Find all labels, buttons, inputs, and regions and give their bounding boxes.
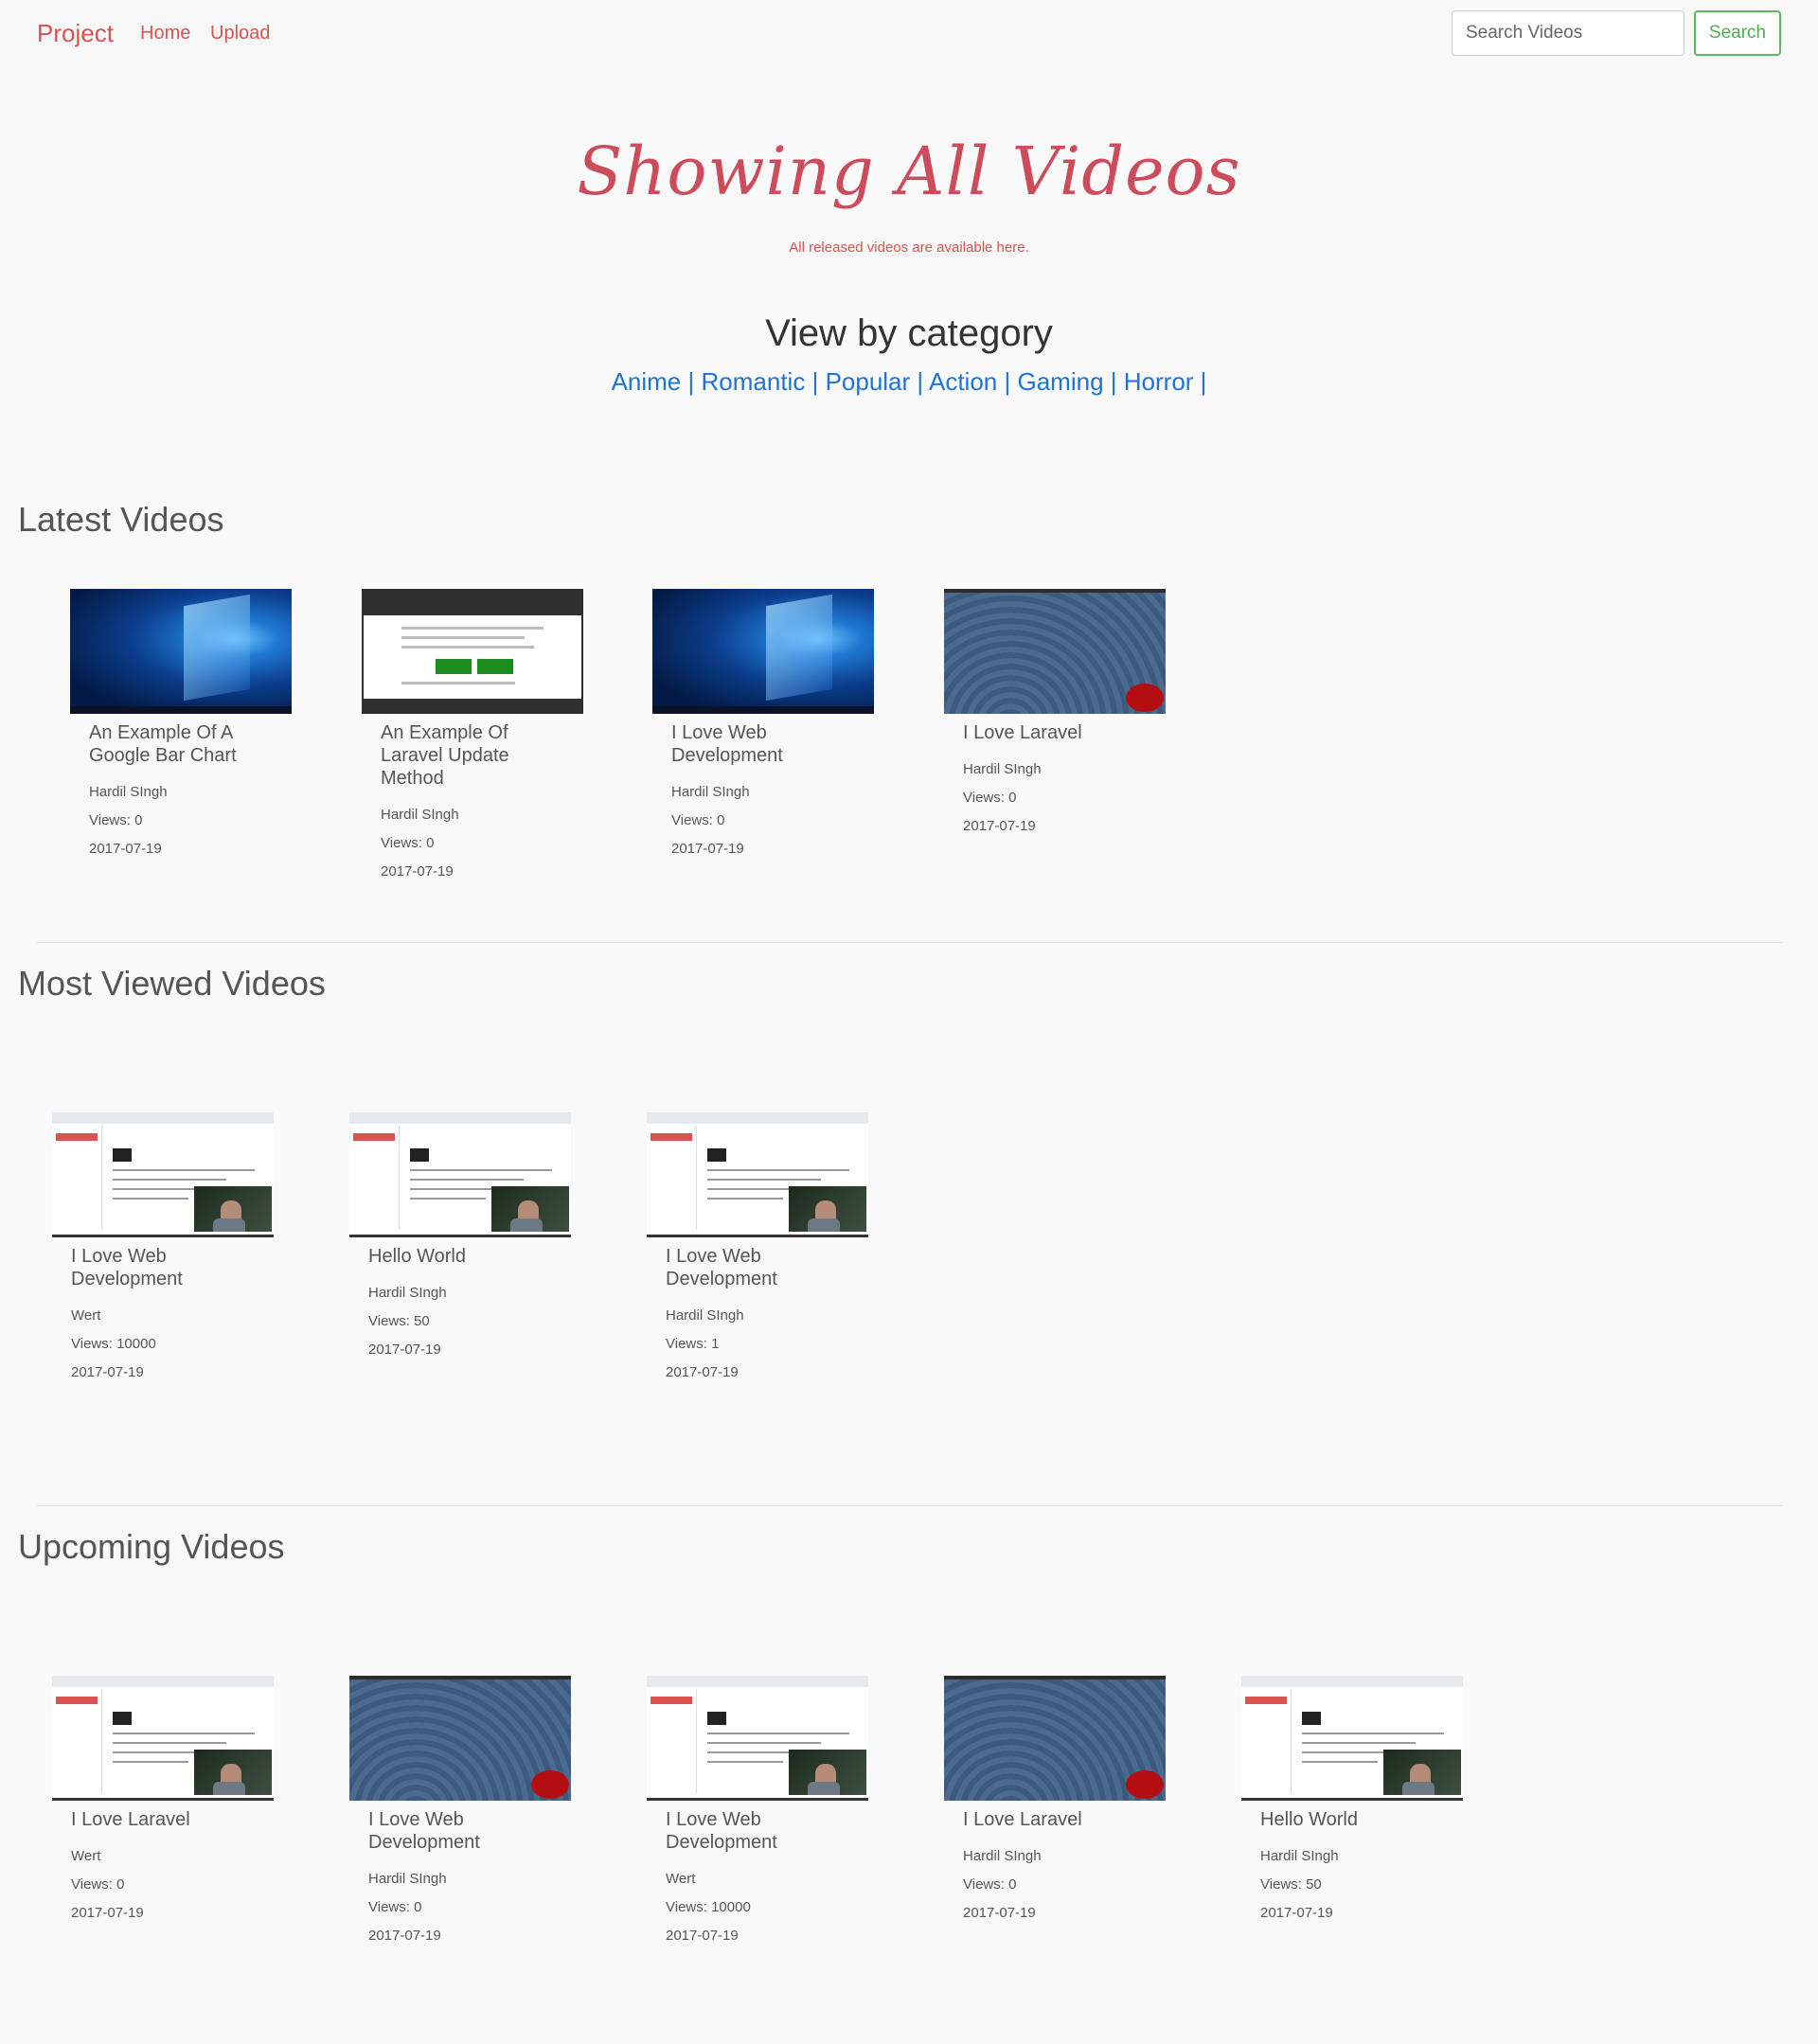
video-card: I Love Web Development Wert Views: 10000… (647, 1676, 874, 1950)
category-separator: | (1110, 367, 1117, 396)
video-author: Hardil SIngh (671, 784, 750, 800)
category-link-action[interactable]: Action (929, 367, 997, 396)
video-date: 2017-07-19 (963, 1905, 1036, 1921)
video-title[interactable]: Hello World (368, 1245, 558, 1268)
video-date: 2017-07-19 (1260, 1905, 1333, 1921)
video-views: Views: 10000 (71, 1336, 156, 1352)
category-separator: | (917, 367, 924, 396)
video-title[interactable]: Hello World (1260, 1808, 1450, 1831)
category-link-gaming[interactable]: Gaming (1017, 367, 1103, 396)
video-thumbnail[interactable] (1241, 1676, 1463, 1801)
video-card: Hello World Hardil SIngh Views: 50 2017-… (349, 1112, 577, 1364)
video-thumbnail[interactable] (944, 1676, 1166, 1801)
video-date: 2017-07-19 (89, 841, 162, 857)
video-date: 2017-07-19 (368, 1928, 441, 1944)
video-date: 2017-07-19 (666, 1364, 739, 1380)
navbar: Project Home Upload Search (0, 0, 1818, 68)
video-date: 2017-07-19 (963, 818, 1036, 834)
video-date: 2017-07-19 (671, 841, 744, 857)
video-card: I Love Web Development Hardil SIngh View… (652, 589, 880, 863)
video-title[interactable]: I Love Web Development (666, 1245, 855, 1290)
video-date: 2017-07-19 (666, 1928, 739, 1944)
video-author: Hardil SIngh (963, 1848, 1042, 1864)
search-input[interactable] (1452, 10, 1684, 56)
category-link-horror[interactable]: Horror (1124, 367, 1194, 396)
video-thumbnail[interactable] (944, 589, 1166, 714)
category-separator: | (687, 367, 695, 396)
most-viewed-heading: Most Viewed Videos (18, 964, 326, 1003)
video-date: 2017-07-19 (71, 1905, 144, 1921)
category-link-anime[interactable]: Anime (612, 367, 682, 396)
video-views: Views: 10000 (666, 1899, 751, 1915)
video-title[interactable]: I Love Laravel (963, 1808, 1152, 1831)
video-title[interactable]: I Love Web Development (671, 721, 861, 767)
video-date: 2017-07-19 (381, 863, 454, 880)
upcoming-videos-heading: Upcoming Videos (18, 1527, 285, 1566)
video-thumbnail[interactable] (647, 1112, 868, 1237)
video-views: Views: 0 (671, 812, 725, 828)
video-author: Hardil SIngh (89, 784, 168, 800)
video-views: Views: 0 (89, 812, 143, 828)
category-heading: View by category (765, 312, 1053, 354)
search-button[interactable]: Search (1694, 10, 1781, 56)
video-card: I Love Web Development Hardil SIngh View… (349, 1676, 577, 1950)
video-thumbnail[interactable] (52, 1112, 274, 1237)
category-separator: | (1200, 367, 1207, 396)
video-author: Hardil SIngh (1260, 1848, 1339, 1864)
category-separator: | (811, 367, 819, 396)
category-separator: | (1004, 367, 1011, 396)
category-link-romantic[interactable]: Romantic (702, 367, 806, 396)
video-card: An Example Of A Google Bar Chart Hardil … (70, 589, 297, 863)
page-title: Showing All Videos (577, 133, 1241, 210)
video-card: I Love Laravel Wert Views: 0 2017-07-19 (52, 1676, 279, 1928)
video-card: An Example Of Laravel Update Method Hard… (362, 589, 589, 886)
category-links: Anime | Romantic | Popular | Action | Ga… (0, 367, 1818, 397)
video-card: I Love Laravel Hardil SIngh Views: 0 201… (944, 589, 1171, 841)
video-thumbnail[interactable] (652, 589, 874, 714)
video-views: Views: 0 (963, 790, 1017, 806)
video-views: Views: 1 (666, 1336, 720, 1352)
video-date: 2017-07-19 (368, 1342, 441, 1358)
video-author: Hardil SIngh (368, 1285, 447, 1301)
brand-link[interactable]: Project (37, 19, 114, 48)
video-views: Views: 50 (368, 1313, 430, 1329)
video-title[interactable]: I Love Laravel (71, 1808, 260, 1831)
video-card: I Love Laravel Hardil SIngh Views: 0 201… (944, 1676, 1171, 1928)
video-date: 2017-07-19 (71, 1364, 144, 1380)
video-author: Wert (71, 1307, 101, 1324)
video-thumbnail[interactable] (349, 1112, 571, 1237)
video-views: Views: 50 (1260, 1876, 1322, 1893)
video-views: Views: 0 (368, 1899, 422, 1915)
section-divider (37, 1505, 1782, 1506)
video-thumbnail[interactable] (52, 1676, 274, 1801)
video-author: Hardil SIngh (666, 1307, 744, 1324)
section-divider (37, 942, 1782, 943)
nav-home-link[interactable]: Home (140, 23, 190, 44)
video-author: Wert (666, 1871, 696, 1887)
video-author: Hardil SIngh (368, 1871, 447, 1887)
nav-upload-link[interactable]: Upload (210, 23, 270, 44)
video-card: I Love Web Development Hardil SIngh View… (647, 1112, 874, 1387)
video-title[interactable]: An Example Of Laravel Update Method (381, 721, 570, 790)
page-subtitle: All released videos are available here. (789, 240, 1029, 256)
video-thumbnail[interactable] (647, 1676, 868, 1801)
video-author: Hardil SIngh (381, 807, 459, 823)
video-thumbnail[interactable] (362, 589, 583, 714)
video-views: Views: 0 (71, 1876, 125, 1893)
video-card: I Love Web Development Wert Views: 10000… (52, 1112, 279, 1387)
video-title[interactable]: An Example Of A Google Bar Chart (89, 721, 278, 767)
video-author: Wert (71, 1848, 101, 1864)
video-card: Hello World Hardil SIngh Views: 50 2017-… (1241, 1676, 1469, 1928)
video-title[interactable]: I Love Web Development (368, 1808, 558, 1854)
video-title[interactable]: I Love Web Development (666, 1808, 855, 1854)
category-link-popular[interactable]: Popular (826, 367, 911, 396)
latest-videos-heading: Latest Videos (18, 500, 224, 539)
video-author: Hardil SIngh (963, 761, 1042, 777)
video-views: Views: 0 (963, 1876, 1017, 1893)
video-thumbnail[interactable] (70, 589, 292, 714)
video-title[interactable]: I Love Web Development (71, 1245, 260, 1290)
video-thumbnail[interactable] (349, 1676, 571, 1801)
video-views: Views: 0 (381, 835, 435, 851)
video-title[interactable]: I Love Laravel (963, 721, 1152, 744)
